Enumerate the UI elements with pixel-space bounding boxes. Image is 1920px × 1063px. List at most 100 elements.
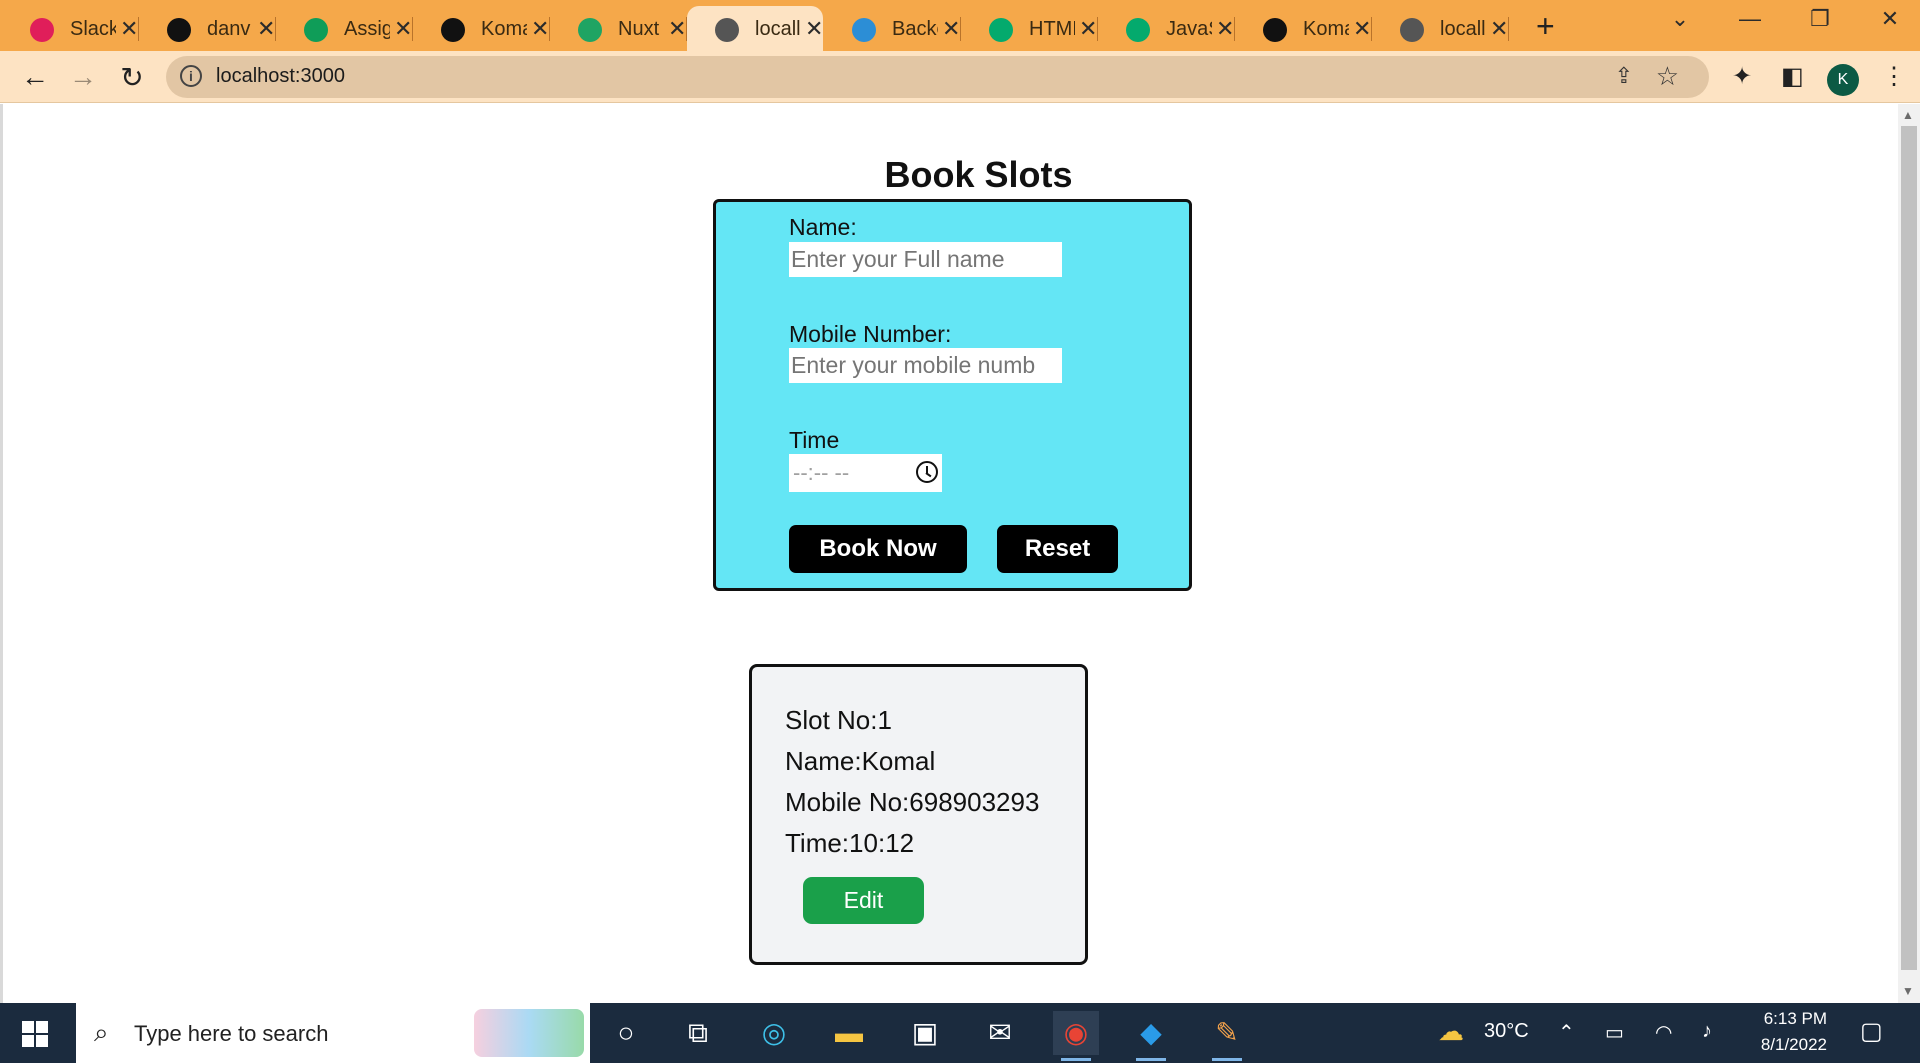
tab-10[interactable]: locall ✕ xyxy=(1372,6,1509,51)
tab-4[interactable]: Nuxt ✕ xyxy=(550,6,687,51)
github-icon xyxy=(167,18,191,42)
tab-label[interactable]: locall xyxy=(755,18,801,41)
slot-name-value: Komal xyxy=(861,746,936,776)
bookmark-star-icon[interactable]: ☆ xyxy=(1656,61,1679,92)
time-label: Time xyxy=(789,427,840,453)
tab-close-icon[interactable]: ✕ xyxy=(1079,16,1097,42)
slot-time-line: Time:10:12 xyxy=(785,828,914,859)
tab-close-icon[interactable]: ✕ xyxy=(1216,16,1234,42)
edit-button[interactable]: Edit xyxy=(803,877,924,924)
slot-time-label: Time: xyxy=(785,828,850,858)
restore-icon[interactable]: ❐ xyxy=(1800,6,1840,32)
tab-1[interactable]: danv ✕ xyxy=(139,6,276,51)
scroll-up-icon[interactable]: ▲ xyxy=(1902,108,1914,122)
tab-close-icon[interactable]: ✕ xyxy=(668,16,686,42)
windows-start-icon[interactable] xyxy=(22,1021,48,1047)
clock-time[interactable]: 6:13 PM xyxy=(1757,1009,1827,1029)
tab-close-icon[interactable]: ✕ xyxy=(1490,16,1508,42)
weather-temperature[interactable]: 30°C xyxy=(1484,1020,1529,1043)
tab-label[interactable]: danv xyxy=(207,18,253,41)
browser-menu-icon[interactable]: ⋮ xyxy=(1882,62,1906,91)
share-icon[interactable]: ⇪ xyxy=(1615,63,1633,89)
github-icon xyxy=(441,18,465,42)
mail-icon[interactable]: ✉ xyxy=(977,1011,1023,1055)
tab-label[interactable]: Assig xyxy=(344,18,390,41)
tab-label[interactable]: Nuxt xyxy=(618,18,664,41)
address-url[interactable]: localhost:3000 xyxy=(216,65,345,88)
close-window-icon[interactable]: ✕ xyxy=(1870,6,1910,32)
slot-number-value: 1 xyxy=(877,705,892,735)
file-explorer-icon[interactable]: ▬ xyxy=(826,1011,872,1055)
backend-icon xyxy=(852,18,876,42)
w3schools-icon xyxy=(989,18,1013,42)
tab-3[interactable]: Koma✕ xyxy=(413,6,550,51)
side-panel-icon[interactable]: ◧ xyxy=(1781,62,1804,91)
tab-label[interactable]: Koma xyxy=(1303,18,1349,41)
clock-date[interactable]: 8/1/2022 xyxy=(1747,1035,1827,1055)
tab-label[interactable]: JavaS xyxy=(1166,18,1212,41)
scroll-down-icon[interactable]: ▼ xyxy=(1902,984,1914,998)
tab-label[interactable]: Koma xyxy=(481,18,527,41)
reset-button[interactable]: Reset xyxy=(997,525,1118,573)
tab-label[interactable]: Slack xyxy=(70,18,116,41)
vscode-icon[interactable]: ◆ xyxy=(1128,1011,1174,1061)
mobile-input[interactable] xyxy=(789,348,1062,383)
paint-icon[interactable]: ✎ xyxy=(1204,1011,1250,1061)
tab-close-icon[interactable]: ✕ xyxy=(942,16,960,42)
taskbar-search-placeholder[interactable]: Type here to search xyxy=(134,1021,328,1047)
tab-6[interactable]: Backe✕ xyxy=(824,6,961,51)
page-scrollbar[interactable]: ▲ ▼ xyxy=(1898,104,1920,1003)
edge-icon[interactable]: ◎ xyxy=(751,1011,797,1055)
search-icon: ⌕ xyxy=(94,1017,109,1047)
microsoft-store-icon[interactable]: ▣ xyxy=(902,1011,948,1055)
tab-search-icon[interactable]: ⌄ xyxy=(1660,6,1700,32)
name-input[interactable] xyxy=(789,242,1062,277)
google-sheets-icon xyxy=(304,18,328,42)
site-info-icon[interactable]: i xyxy=(180,65,202,87)
tab-close-icon[interactable]: ✕ xyxy=(394,16,412,42)
page-title: Book Slots xyxy=(884,154,1073,195)
tab-close-icon[interactable]: ✕ xyxy=(531,16,549,42)
chrome-icon[interactable]: ◉ xyxy=(1053,1011,1099,1061)
tab-9[interactable]: Koma✕ xyxy=(1235,6,1372,51)
minimize-icon[interactable]: — xyxy=(1730,6,1770,32)
globe-icon xyxy=(1400,18,1424,42)
volume-icon[interactable]: ♪ xyxy=(1702,1020,1712,1043)
weather-icon[interactable]: ☁ xyxy=(1438,1016,1464,1047)
tab-2[interactable]: Assig ✕ xyxy=(276,6,413,51)
notifications-icon[interactable]: ▢ xyxy=(1860,1017,1883,1046)
reload-icon[interactable]: ↻ xyxy=(114,61,150,94)
tab-7[interactable]: HTML✕ xyxy=(961,6,1098,51)
tab-close-icon[interactable]: ✕ xyxy=(805,16,823,42)
show-hidden-icons[interactable]: ⌃ xyxy=(1558,1020,1575,1045)
tab-label[interactable]: HTML xyxy=(1029,18,1075,41)
tab-5[interactable]: locall ✕ xyxy=(687,6,823,51)
tab-8[interactable]: JavaS✕ xyxy=(1098,6,1235,51)
slot-mobile-label: Mobile No: xyxy=(785,787,910,817)
cortana-icon[interactable]: ○ xyxy=(603,1011,649,1055)
extensions-icon[interactable]: ✦ xyxy=(1732,62,1752,91)
slot-mobile-value: 698903293 xyxy=(909,787,1040,817)
clock-icon[interactable] xyxy=(916,461,938,483)
scrollbar-thumb[interactable] xyxy=(1901,126,1917,970)
forward-icon[interactable]: → xyxy=(65,61,101,93)
wifi-icon[interactable]: ◠ xyxy=(1655,1020,1672,1045)
w3schools-icon xyxy=(1126,18,1150,42)
tab-label[interactable]: locall xyxy=(1440,18,1486,41)
slack-icon xyxy=(30,18,54,42)
tab-separator xyxy=(1508,17,1509,41)
address-bar[interactable]: i localhost:3000 ⇪ ☆ xyxy=(166,56,1709,98)
tab-close-icon[interactable]: ✕ xyxy=(1353,16,1371,42)
taskbar-search-box[interactable]: ⌕ Type here to search xyxy=(76,1003,590,1063)
profile-avatar[interactable]: K xyxy=(1827,64,1859,96)
tab-close-icon[interactable]: ✕ xyxy=(120,16,138,42)
tab-0[interactable]: Slack ✕ xyxy=(2,6,139,51)
battery-icon[interactable]: ▭ xyxy=(1605,1020,1624,1045)
new-tab-button[interactable]: + xyxy=(1536,8,1555,45)
time-input[interactable]: --:-- -- xyxy=(789,454,942,492)
tab-close-icon[interactable]: ✕ xyxy=(257,16,275,42)
tab-label[interactable]: Backe xyxy=(892,18,938,41)
back-icon[interactable]: ← xyxy=(17,61,53,93)
book-now-button[interactable]: Book Now xyxy=(789,525,967,573)
task-view-icon[interactable]: ⧉ xyxy=(675,1011,721,1055)
